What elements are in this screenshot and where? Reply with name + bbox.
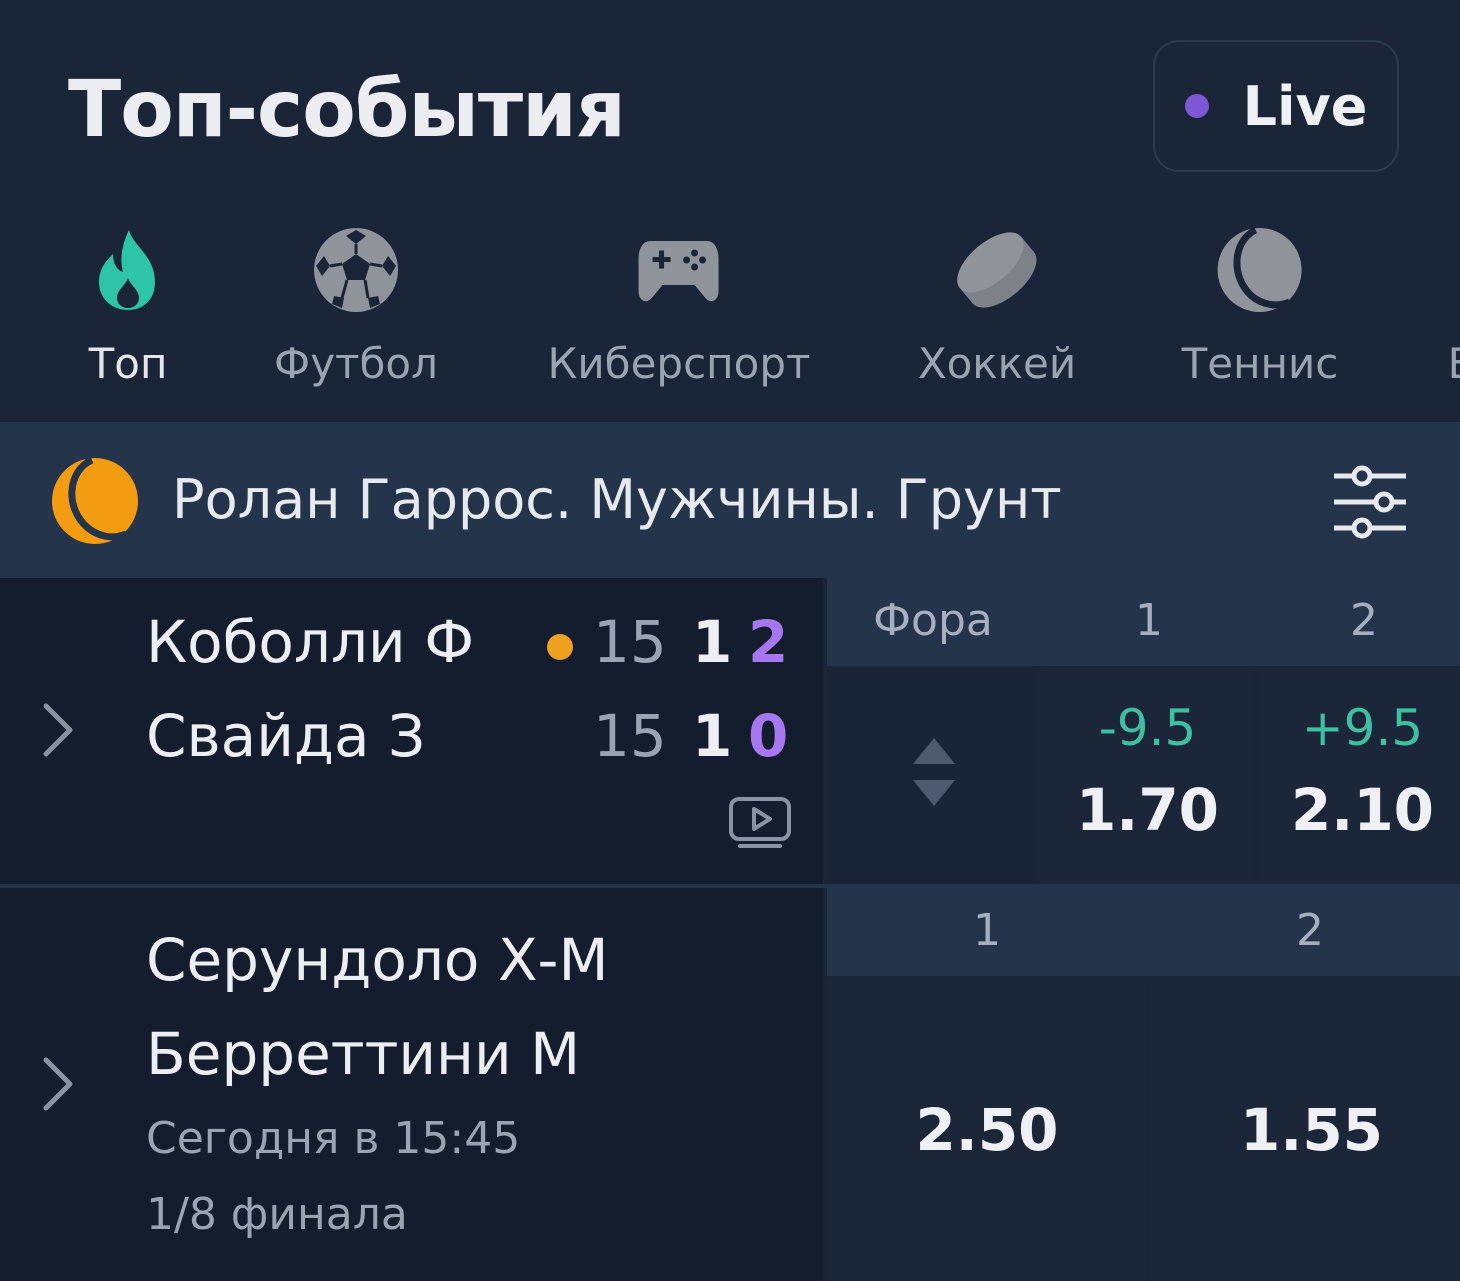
soccer-ball-icon <box>306 220 406 320</box>
league-header[interactable]: Ролан Гаррос. Мужчины. Грунт <box>0 422 1460 578</box>
odds-header: Фора 1 2 <box>827 578 1460 666</box>
tab-label: Теннис <box>1181 339 1339 388</box>
match-start-time: Сегодня в 15:45 <box>146 1113 521 1164</box>
odds-button[interactable]: 2.50 <box>827 980 1147 1281</box>
odds-column-label: 2 <box>1296 905 1324 956</box>
page-title: Топ-события <box>68 65 626 155</box>
up-down-arrows-icon <box>909 736 959 808</box>
tab-label: Хоккей <box>917 339 1077 388</box>
live-indicator-dot <box>1184 94 1209 118</box>
page: Топ-события Live Топ Футбол Киберспорт Х… <box>0 0 1460 1281</box>
tennis-ball-icon <box>1210 220 1310 320</box>
tennis-ball-icon <box>50 456 140 546</box>
tab-label: Топ <box>88 339 168 388</box>
odds-header: 1 2 <box>827 888 1460 976</box>
score-games: 0 <box>748 702 789 770</box>
odds-value: 1.55 <box>1239 1096 1384 1164</box>
team-name: Коболли Ф <box>146 608 475 676</box>
handicap-line: +9.5 <box>1301 699 1424 757</box>
chevron-right-icon[interactable] <box>38 1054 78 1114</box>
odds-column-label: 1 <box>1135 595 1163 646</box>
tab-label: В <box>1448 336 1460 392</box>
tab-more-icon-placeholder <box>1412 220 1460 320</box>
match-round: 1/8 финала <box>146 1189 408 1240</box>
tab-esports[interactable]: Киберспорт <box>547 210 811 392</box>
gamepad-icon <box>629 220 729 320</box>
live-button[interactable]: Live <box>1153 40 1399 172</box>
odds-value: 2.10 <box>1290 776 1435 844</box>
score-sets: 1 <box>692 608 733 676</box>
tab-tennis[interactable]: Теннис <box>1181 210 1339 392</box>
handicap-line: -9.5 <box>1098 699 1197 757</box>
score-points: 15 <box>593 608 667 676</box>
odds-column-label: 1 <box>973 905 1001 956</box>
odds-value: 2.50 <box>915 1096 1059 1164</box>
sport-tabs: Топ Футбол Киберспорт Хоккей Теннис <box>0 210 1460 410</box>
hockey-puck-icon <box>947 220 1047 320</box>
tab-label: Киберспорт <box>547 339 811 388</box>
odds-column-label: 2 <box>1350 595 1378 646</box>
video-stream-icon[interactable] <box>728 796 792 850</box>
score-games: 2 <box>748 608 789 676</box>
tab-more-partial[interactable]: В <box>1412 210 1460 392</box>
match-row[interactable]: Серундоло Х-М Берреттини М Сегодня в 15:… <box>0 888 823 1281</box>
live-label: Live <box>1242 74 1368 138</box>
flame-icon <box>78 220 178 320</box>
tab-label: Футбол <box>274 339 438 388</box>
tab-football[interactable]: Футбол <box>274 210 438 392</box>
score-sets: 1 <box>692 702 733 770</box>
tab-top[interactable]: Топ <box>78 210 178 392</box>
market-label: Фора <box>873 595 993 646</box>
score-points: 15 <box>593 702 667 770</box>
filter-sliders-icon[interactable] <box>1330 462 1410 542</box>
team-name: Свайда З <box>146 702 426 770</box>
odds-button[interactable]: -9.5 1.70 <box>1042 670 1253 884</box>
odds-value: 1.70 <box>1075 776 1220 844</box>
odds-button[interactable]: 1.55 <box>1151 980 1460 1281</box>
league-title: Ролан Гаррос. Мужчины. Грунт <box>172 468 1062 531</box>
team-name: Берреттини М <box>146 1020 581 1088</box>
team-name: Серундоло Х-М <box>146 926 609 994</box>
tab-hockey[interactable]: Хоккей <box>918 210 1076 392</box>
chevron-right-icon[interactable] <box>38 700 78 760</box>
serve-indicator-dot <box>547 634 573 660</box>
match-row[interactable]: Коболли Ф Свайда З 15 1 2 15 1 0 <box>0 578 823 884</box>
handicap-stepper[interactable] <box>827 670 1038 884</box>
odds-button[interactable]: +9.5 2.10 <box>1257 670 1460 884</box>
